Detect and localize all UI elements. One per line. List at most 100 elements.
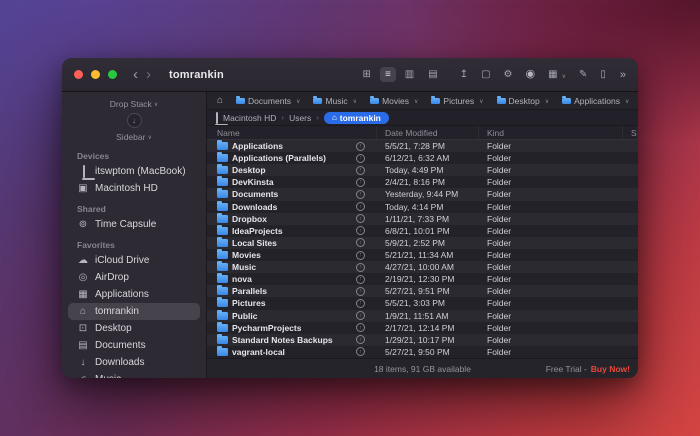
table-row[interactable]: IdeaProjects 6/8/21, 10:01 PM Folder [207,225,638,237]
table-row[interactable]: Documents Yesterday, 9:44 PM Folder [207,188,638,200]
group-by-button[interactable]: ▦ [548,66,566,84]
item-count-summary: 18 items, 91 GB available [374,364,471,374]
forward-button[interactable]: › [142,67,155,82]
drop-stack-header[interactable]: Drop Stack [62,97,206,111]
file-name: Applications (Parallels) [232,153,326,163]
breadcrumb-macintosh-hd[interactable]: Macintosh HD [223,113,276,123]
favbar-item-desktop[interactable]: Desktop [497,96,550,106]
folder-icon [217,227,228,235]
column-view-button[interactable]: ▥ [400,67,419,82]
home-icon: ⌂ [332,113,337,122]
item-sync-icon[interactable] [356,251,365,260]
sidebar-item-documents[interactable]: ▤ Documents [68,337,200,354]
markup-icon[interactable]: ✎ [579,70,587,80]
minimize-button[interactable] [91,70,100,79]
zoom-button[interactable] [108,70,117,79]
drop-stack-target[interactable]: ↓ [127,113,142,128]
date-modified: 5/27/21, 9:50 PM [377,347,479,357]
titlebar[interactable]: ‹ › tomrankin ⊞ ≡ ▥ ▤ ↥ ▢ ⚙ ◉ ▦ ✎ ▯ » [62,58,638,92]
table-row[interactable]: Music 4/27/21, 10:00 AM Folder [207,261,638,273]
chevron-down-icon [623,96,629,106]
chevron-down-icon [351,96,357,106]
sidebar-item-tomrankin[interactable]: ⌂ tomrankin [68,303,200,320]
table-row[interactable]: Applications 5/5/21, 7:28 PM Folder [207,140,638,152]
table-row[interactable]: vagrant-local 5/27/21, 9:50 PM Folder [207,346,638,358]
table-row[interactable]: Movies 5/21/21, 11:34 AM Folder [207,249,638,261]
sidebar-item-desktop[interactable]: ⊡ Desktop [68,320,200,337]
item-sync-icon[interactable] [356,238,365,247]
share-icon[interactable]: ↥ [460,70,468,80]
table-row[interactable]: Pictures 5/5/21, 3:03 PM Folder [207,297,638,309]
table-row[interactable]: Parallels 5/27/21, 9:51 PM Folder [207,285,638,297]
column-header-name[interactable]: Name [207,126,377,139]
buy-now-link[interactable]: Buy Now! [591,364,630,374]
table-row[interactable]: Desktop Today, 4:49 PM Folder [207,164,638,176]
sidebar-item-icloud-drive[interactable]: ☁ iCloud Drive [68,252,200,269]
sidebar-item-airdrop[interactable]: ◎ AirDrop [68,269,200,286]
sidebar-item-applications[interactable]: ▦ Applications [68,286,200,303]
close-button[interactable] [74,70,83,79]
sidebar-item-time-capsule[interactable]: ⊚ Time Capsule [68,216,200,233]
item-sync-icon[interactable] [356,214,365,223]
airdrop-icon: ◎ [77,273,89,283]
item-sync-icon[interactable] [356,335,365,344]
home-icon[interactable]: ⌂ [217,95,223,106]
favbar-item-pictures[interactable]: Pictures [431,96,483,106]
item-sync-icon[interactable] [356,202,365,211]
table-row[interactable]: Dropbox 1/11/21, 7:33 PM Folder [207,213,638,225]
folder-icon [217,203,228,211]
column-header-date-modified[interactable]: Date Modified [377,126,479,139]
tag-icon[interactable]: ▢ [481,70,490,80]
sidebar-toggle[interactable]: Sidebar [62,130,206,144]
table-row[interactable]: Standard Notes Backups 1/29/21, 10:17 PM… [207,334,638,346]
table-row[interactable]: PycharmProjects 2/17/21, 12:14 PM Folder [207,322,638,334]
item-sync-icon[interactable] [356,263,365,272]
table-row[interactable]: Applications (Parallels) 6/12/21, 6:32 A… [207,152,638,164]
toolbar-overflow-button[interactable]: » [620,69,626,81]
column-header-kind[interactable]: Kind [479,126,623,139]
sidebar-item-music[interactable]: ♫ Music [68,371,200,378]
path-bar: Macintosh HD › Users › ⌂ tomrankin [207,110,638,126]
item-sync-icon[interactable] [356,166,365,175]
item-sync-icon[interactable] [356,190,365,199]
item-sync-icon[interactable] [356,154,365,163]
item-sync-icon[interactable] [356,287,365,296]
breadcrumb-current[interactable]: ⌂ tomrankin [324,112,389,124]
gallery-view-button[interactable]: ▤ [423,67,442,82]
folder-icon [217,263,228,271]
folder-icon [217,154,228,162]
favbar-item-documents[interactable]: Documents [236,96,300,106]
icon-view-button[interactable]: ⊞ [358,67,376,82]
item-sync-icon[interactable] [356,323,365,332]
sidebar-item-label: Desktop [95,323,132,334]
table-row[interactable]: DevKinsta 2/4/21, 8:16 PM Folder [207,176,638,188]
kind: Folder [479,335,623,345]
item-sync-icon[interactable] [356,142,365,151]
item-sync-icon[interactable] [356,299,365,308]
sidebar-item-downloads[interactable]: ↓ Downloads [68,354,200,371]
favbar-item-applications[interactable]: Applications [562,96,629,106]
item-sync-icon[interactable] [356,275,365,284]
back-button[interactable]: ‹ [129,67,142,82]
favbar-item-movies[interactable]: Movies [370,96,418,106]
item-sync-icon[interactable] [356,311,365,320]
file-name: Desktop [232,165,266,175]
table-row[interactable]: nova 2/19/21, 12:30 PM Folder [207,273,638,285]
list-view-button[interactable]: ≡ [380,67,396,82]
trial-text: Free Trial - [546,364,587,374]
item-sync-icon[interactable] [356,347,365,356]
action-menu-icon[interactable]: ⚙ [504,70,513,80]
breadcrumb-users[interactable]: Users [289,113,311,123]
sidebar-item-itswptom[interactable]: itswptom (MacBook) [68,163,200,180]
table-row[interactable]: Public 1/9/21, 11:51 AM Folder [207,310,638,322]
new-document-icon[interactable]: ▯ [600,70,606,80]
item-sync-icon[interactable] [356,226,365,235]
table-row[interactable]: Downloads Today, 4:14 PM Folder [207,201,638,213]
kind: Folder [479,153,623,163]
item-sync-icon[interactable] [356,178,365,187]
favbar-item-music[interactable]: Music [313,96,357,106]
table-row[interactable]: Local Sites 5/9/21, 2:52 PM Folder [207,237,638,249]
column-header-size[interactable]: Size [623,126,638,139]
sidebar-item-macintosh-hd[interactable]: ▣ Macintosh HD [68,180,200,197]
quicklook-eye-icon[interactable]: ◉ [526,69,536,80]
